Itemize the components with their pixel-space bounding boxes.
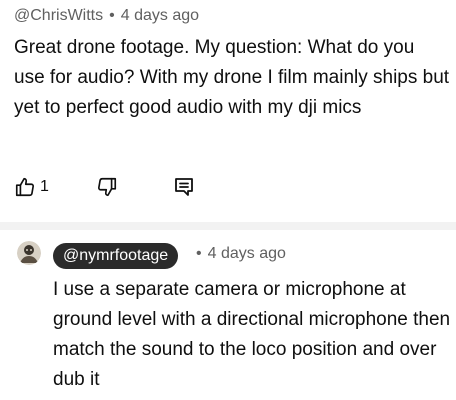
thread-divider	[0, 222, 456, 230]
comment-time[interactable]: 4 days ago	[121, 7, 199, 24]
reply-author-badge[interactable]: @nymrfootage	[53, 243, 179, 269]
comment-author[interactable]: @ChrisWitts	[14, 7, 103, 24]
reply-button[interactable]	[172, 172, 196, 202]
meta-separator: •	[196, 245, 202, 262]
dislike-button[interactable]	[96, 172, 118, 202]
avatar-image	[17, 241, 41, 265]
comment-thread-item: @ChrisWitts • 4 days ago Great drone foota…	[0, 0, 456, 222]
reply-header: • 4 days ago	[196, 245, 286, 263]
reply-item: @nymrfootage • 4 days ago I use a separat…	[0, 230, 456, 400]
reply-text: I use a separate camera or microphone at…	[53, 279, 451, 390]
thumbs-up-icon	[15, 177, 35, 197]
comment-text: Great drone footage. My question: What d…	[14, 37, 450, 118]
reply-time[interactable]: 4 days ago	[208, 245, 286, 262]
reply-comment-icon	[175, 178, 193, 196]
like-button[interactable]: 1	[14, 172, 49, 202]
avatar[interactable]	[17, 241, 41, 265]
like-count: 1	[40, 178, 49, 195]
meta-separator: •	[109, 7, 115, 24]
comment-header: @ChrisWitts • 4 days ago	[14, 7, 199, 25]
thumbs-down-icon	[97, 177, 117, 197]
